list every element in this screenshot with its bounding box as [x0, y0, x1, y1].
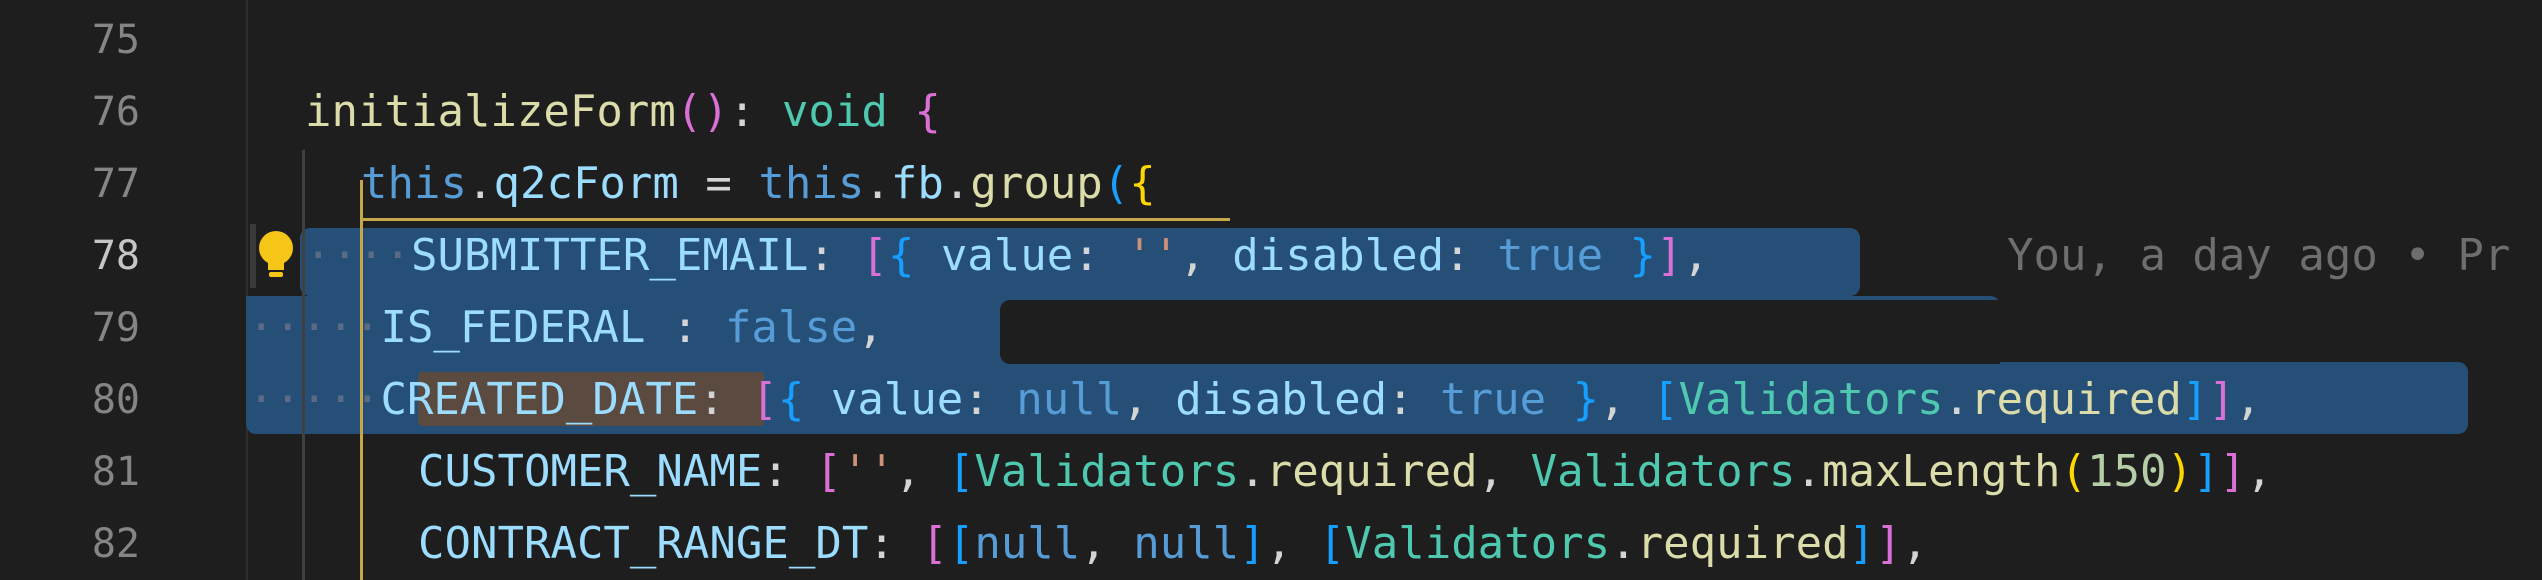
line-number: 77 — [91, 161, 140, 207]
code-text: this.q2cForm = this.fb.group({ — [361, 158, 1156, 209]
line-number: 80 — [91, 377, 140, 423]
git-blame-annotation[interactable]: You, a day ago • Pr — [2007, 220, 2510, 292]
line-number: 81 — [91, 449, 140, 495]
code-text: ·····IS_FEDERAL : false, — [248, 302, 884, 353]
code-line-76[interactable]: 76 initializeForm(): void { — [0, 76, 2542, 148]
line-number: 76 — [91, 89, 140, 135]
line-number: 82 — [91, 521, 140, 567]
code-line-81[interactable]: 81 CUSTOMER_NAME: ['', [Validators.requi… — [0, 436, 2542, 508]
code-editor[interactable]: 75 76 initializeForm(): void { 77 this.q… — [0, 0, 2542, 580]
code-line-77[interactable]: 77 this.q2cForm = this.fb.group({ — [0, 148, 2542, 220]
code-line-78[interactable]: 78 ····SUBMITTER_EMAIL: [{ value: '', di… — [0, 220, 2542, 292]
line-number: 75 — [91, 17, 140, 63]
line-number: 78 — [91, 233, 140, 279]
line-number: 79 — [91, 305, 140, 351]
code-text: ····SUBMITTER_EMAIL: [{ value: '', disab… — [305, 230, 1710, 281]
code-text: CUSTOMER_NAME: ['', [Validators.required… — [418, 446, 2273, 497]
code-line-79[interactable]: 79 ·····IS_FEDERAL : false, — [0, 292, 2542, 364]
code-text: CONTRACT_RANGE_DT: [[null, null], [Valid… — [418, 518, 1929, 569]
code-line-80[interactable]: 80 ·····CREATED_DATE: [{ value: null, di… — [0, 364, 2542, 436]
code-text: ·····CREATED_DATE: [{ value: null, disab… — [248, 374, 2262, 425]
code-line-82[interactable]: 82 CONTRACT_RANGE_DT: [[null, null], [Va… — [0, 508, 2542, 580]
code-text: initializeForm(): void { — [305, 86, 941, 137]
code-line-75[interactable]: 75 — [0, 4, 2542, 76]
